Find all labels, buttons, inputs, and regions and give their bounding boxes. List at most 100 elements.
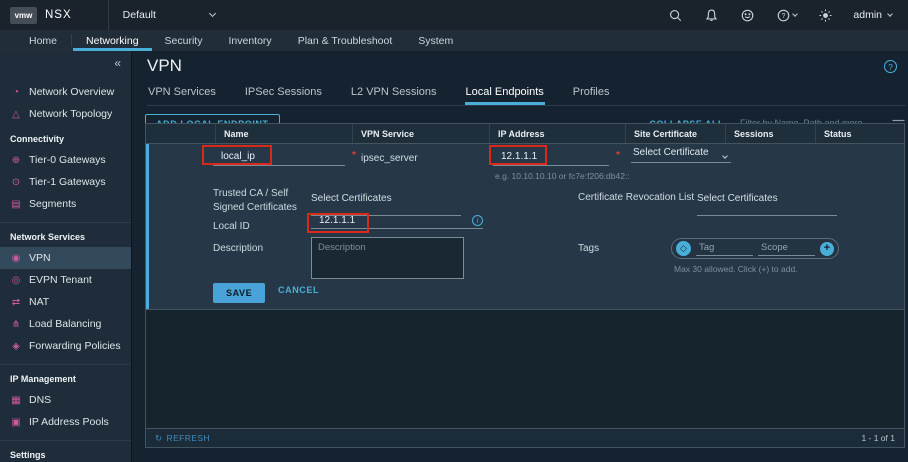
table-header-vpn-service: VPN Service: [353, 124, 490, 143]
table-footer: ↻ REFRESH 1 - 1 of 1: [146, 428, 904, 447]
feedback-smiley-icon[interactable]: [739, 7, 755, 23]
sidebar-item-load-balancing[interactable]: ⋔ Load Balancing: [0, 313, 131, 335]
table-header-name: Name: [216, 124, 353, 143]
tier1-gateways-icon: ⊙: [10, 177, 22, 188]
network-overview-icon: ◔: [10, 87, 22, 98]
sidebar-item-label: Network Topology: [29, 108, 112, 120]
tab-local-endpoints[interactable]: Local Endpoints: [465, 83, 545, 105]
info-icon[interactable]: i: [472, 215, 483, 226]
tag-input[interactable]: [696, 241, 753, 256]
nav-plan-troubleshoot[interactable]: Plan & Troubleshoot: [285, 30, 406, 51]
tab-vpn-services[interactable]: VPN Services: [147, 83, 217, 105]
sidebar-item-label: Load Balancing: [29, 318, 101, 330]
theme-sun-icon[interactable]: [817, 7, 833, 23]
tags-label: Tags: [578, 242, 599, 256]
endpoint-name-input[interactable]: [213, 149, 345, 166]
sidebar-item-label: EVPN Tenant: [29, 274, 92, 286]
table-empty-area: [146, 310, 904, 428]
refresh-label: REFRESH: [167, 433, 210, 443]
main-nav: Home Networking Security Inventory Plan …: [0, 30, 908, 51]
sidebar-item-label: Segments: [29, 198, 76, 210]
sidebar-item-network-overview[interactable]: ◔ Network Overview: [0, 81, 131, 103]
local-endpoint-edit-row: * ipsec_server * e.g. 10.10.10.10 or fc7…: [146, 144, 904, 310]
table-header-status: Status: [816, 124, 904, 143]
org-selector-dropdown[interactable]: Default: [123, 9, 215, 21]
sidebar-collapse-icon[interactable]: «: [114, 56, 121, 70]
nav-inventory[interactable]: Inventory: [215, 30, 284, 51]
sidebar-item-label: VPN: [29, 252, 51, 264]
notifications-bell-icon[interactable]: [703, 7, 719, 23]
tab-ipsec-sessions[interactable]: IPSec Sessions: [244, 83, 323, 105]
nav-home[interactable]: Home: [16, 30, 70, 51]
pagination-label: 1 - 1 of 1: [861, 433, 895, 443]
sidebar-header-connectivity: Connectivity: [0, 125, 131, 147]
nav-security[interactable]: Security: [152, 30, 216, 51]
required-marker: *: [616, 150, 620, 161]
sidebar-header-ip-management: IP Management: [0, 365, 131, 387]
chevron-down-icon: [887, 11, 893, 17]
vpn-tabs: VPN Services IPSec Sessions L2 VPN Sessi…: [147, 83, 905, 106]
table-header-sessions: Sessions: [726, 124, 816, 143]
org-selector-label: Default: [123, 9, 156, 21]
sidebar-header-network-services: Network Services: [0, 223, 131, 245]
trusted-ca-select[interactable]: Select Certificates: [311, 188, 461, 216]
tags-field: ◇ +: [671, 238, 839, 259]
table-header-row: Name VPN Service IP Address Site Certifi…: [146, 124, 904, 144]
nav-system[interactable]: System: [405, 30, 466, 51]
trusted-ca-label: Trusted CA / Self Signed Certificates: [213, 187, 309, 214]
sidebar-item-segments[interactable]: ▤ Segments: [0, 193, 131, 215]
nav-networking[interactable]: Networking: [73, 30, 152, 51]
sidebar-item-label: Tier-1 Gateways: [29, 176, 106, 188]
refresh-button[interactable]: ↻ REFRESH: [155, 433, 210, 444]
site-certificate-select[interactable]: Select Certificate: [631, 147, 731, 163]
description-label: Description: [213, 242, 263, 256]
tag-icon: ◇: [676, 241, 691, 256]
sidebar-item-label: IP Address Pools: [29, 416, 109, 428]
local-endpoints-table: Name VPN Service IP Address Site Certifi…: [145, 123, 905, 448]
sidebar-item-ip-address-pools[interactable]: ▣ IP Address Pools: [0, 411, 131, 433]
scope-input[interactable]: [758, 241, 815, 256]
crl-select[interactable]: Select Certificates: [697, 188, 837, 216]
vmware-logo: vmw: [10, 7, 37, 24]
sidebar-item-label: Network Overview: [29, 86, 114, 98]
tab-l2-vpn-sessions[interactable]: L2 VPN Sessions: [350, 83, 438, 105]
help-menu[interactable]: ?: [775, 7, 797, 23]
add-tag-button[interactable]: +: [820, 242, 834, 256]
main-content: VPN ? VPN Services IPSec Sessions L2 VPN…: [133, 51, 908, 462]
sidebar-item-nat[interactable]: ⇄ NAT: [0, 291, 131, 313]
sidebar-item-vpn[interactable]: ◉ VPN: [0, 247, 131, 269]
segments-icon: ▤: [10, 199, 22, 210]
tags-hint: Max 30 allowed. Click (+) to add.: [674, 264, 798, 274]
cancel-button[interactable]: CANCEL: [278, 285, 319, 295]
sidebar-item-tier0-gateways[interactable]: ⊕ Tier-0 Gateways: [0, 149, 131, 171]
ip-address-pools-icon: ▣: [10, 417, 22, 428]
sidebar: « ◔ Network Overview △ Network Topology …: [0, 51, 132, 462]
nat-icon: ⇄: [10, 297, 22, 308]
username-label: admin: [853, 9, 882, 21]
search-icon[interactable]: [667, 7, 683, 23]
top-bar: vmw NSX Default ? admin: [0, 0, 908, 30]
sidebar-item-network-topology[interactable]: △ Network Topology: [0, 103, 131, 125]
user-menu[interactable]: admin: [853, 9, 892, 21]
tab-profiles[interactable]: Profiles: [572, 83, 611, 105]
description-textarea[interactable]: [311, 237, 464, 279]
sidebar-item-forwarding-policies[interactable]: ◈ Forwarding Policies: [0, 335, 131, 357]
sidebar-item-tier1-gateways[interactable]: ⊙ Tier-1 Gateways: [0, 171, 131, 193]
save-button[interactable]: SAVE: [213, 283, 265, 303]
ip-address-input[interactable]: [493, 149, 609, 166]
page-help-icon[interactable]: ?: [884, 60, 897, 73]
sidebar-item-dns[interactable]: ▦ DNS: [0, 389, 131, 411]
topbar-divider: [108, 0, 109, 30]
dns-icon: ▦: [10, 395, 22, 406]
load-balancing-icon: ⋔: [10, 319, 22, 330]
sidebar-header-settings: Settings: [0, 441, 131, 462]
local-id-input[interactable]: [311, 215, 431, 226]
local-id-label: Local ID: [213, 220, 250, 234]
refresh-icon: ↻: [155, 433, 163, 444]
sidebar-item-evpn-tenant[interactable]: ◎ EVPN Tenant: [0, 269, 131, 291]
page-title: VPN: [147, 56, 182, 76]
local-id-field: i: [311, 215, 483, 229]
crl-value: Select Certificates: [697, 193, 778, 204]
crl-label: Certificate Revocation List: [578, 191, 694, 205]
svg-text:?: ?: [781, 12, 785, 19]
